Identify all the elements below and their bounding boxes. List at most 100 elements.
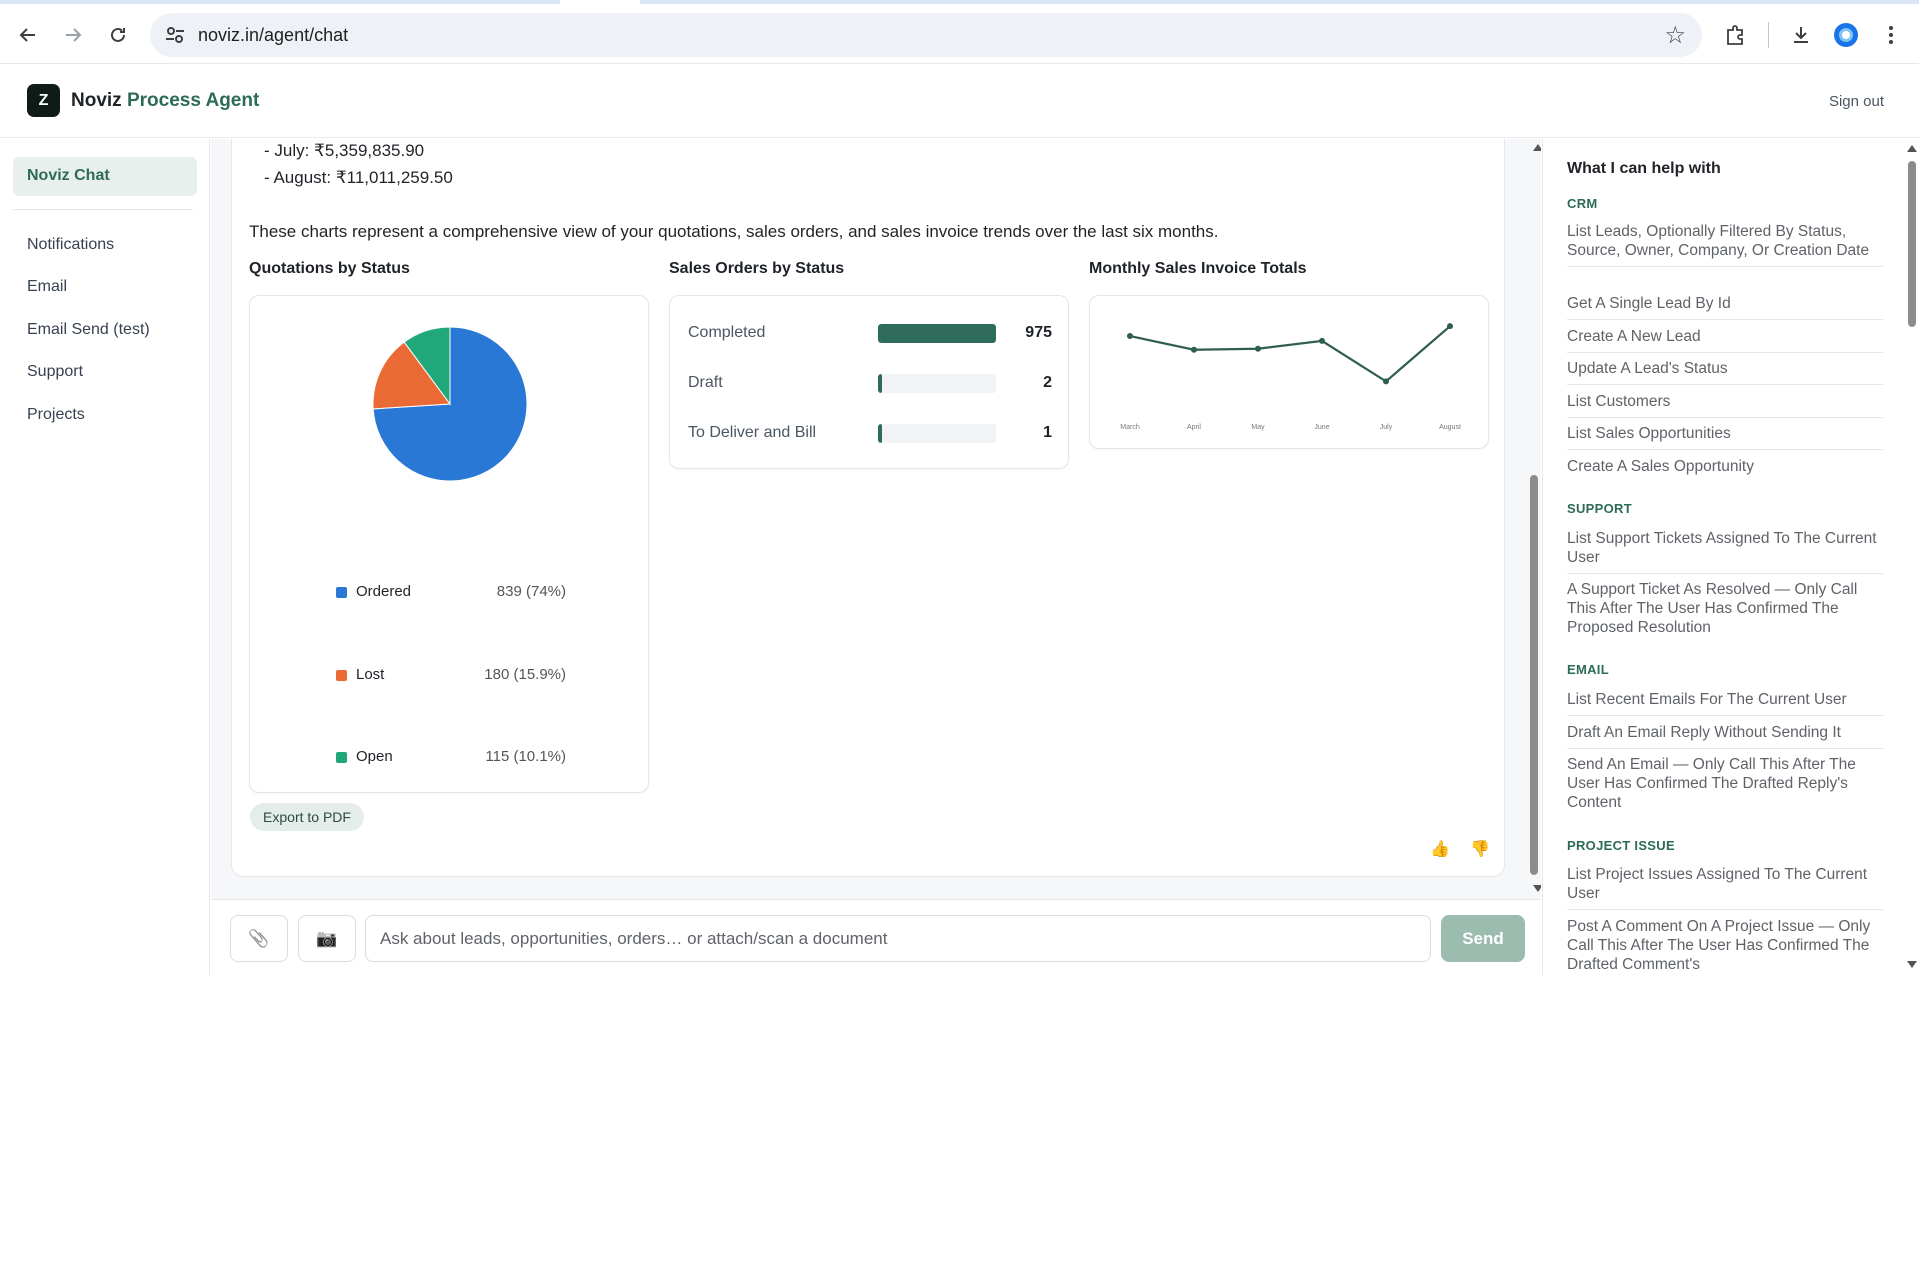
chat-input[interactable] <box>365 915 1431 962</box>
help-panel: What I can help with CRM List Leads, Opt… <box>1542 139 1919 975</box>
paperclip-icon: 📎 <box>248 928 270 948</box>
reload-icon[interactable] <box>101 18 135 52</box>
composer: 📎 📷 Send <box>211 899 1541 975</box>
bookmark-star-icon[interactable]: ☆ <box>1664 21 1686 50</box>
sidebar-divider <box>13 209 193 210</box>
x-tick-label: May <box>1251 424 1265 431</box>
back-icon[interactable] <box>11 18 45 52</box>
sidebar-item-label: Noviz Chat <box>27 167 110 184</box>
bar-label: Completed <box>688 324 766 341</box>
legend-value: 180 (15.9%) <box>484 666 566 683</box>
camera-button[interactable]: 📷 <box>298 915 356 962</box>
legend-label: Open <box>356 748 393 765</box>
help-section-support: SUPPORT <box>1567 501 1632 516</box>
pie-chart-title: Quotations by Status <box>249 260 410 277</box>
bar-label: To Deliver and Bill <box>688 424 817 441</box>
sign-out-link[interactable]: Sign out <box>1829 93 1884 110</box>
help-item[interactable]: Get A Single Lead By Id <box>1567 294 1883 320</box>
pie-chart <box>372 326 528 482</box>
send-button[interactable]: Send <box>1441 915 1525 962</box>
line-series <box>1129 325 1451 383</box>
download-icon[interactable] <box>1784 18 1818 52</box>
bar-fill <box>878 424 882 443</box>
sidebar-item-email-send-test[interactable]: Email Send (test) <box>27 321 150 339</box>
forward-icon[interactable] <box>56 18 90 52</box>
message-line: - July: ₹5,359,835.90 <box>264 141 425 160</box>
help-item[interactable]: Create A New Lead <box>1567 327 1883 353</box>
help-item[interactable]: List Customers <box>1567 392 1883 418</box>
legend-value: 115 (10.1%) <box>485 748 566 765</box>
line-point-march <box>1127 333 1133 340</box>
help-item[interactable]: List Support Tickets Assigned To The Cur… <box>1567 529 1883 574</box>
help-scrollbar-thumb[interactable] <box>1908 161 1916 327</box>
x-tick-label: March <box>1120 424 1140 431</box>
brand-title: Noviz Process Agent <box>71 90 259 112</box>
help-item[interactable]: List Project Issues Assigned To The Curr… <box>1567 865 1883 910</box>
bar-label: Draft <box>688 374 723 391</box>
url-text[interactable]: noviz.in/agent/chat <box>198 25 348 46</box>
thumbs-down-icon[interactable]: 👎 <box>1470 839 1490 859</box>
line-chart: March April May June July August <box>1120 323 1461 431</box>
sidebar-item-support[interactable]: Support <box>27 363 83 381</box>
help-item[interactable]: List Sales Opportunities <box>1567 424 1883 450</box>
sidebar-item-noviz-chat[interactable]: Noviz Chat <box>13 157 197 196</box>
extensions-icon[interactable] <box>1718 18 1752 52</box>
help-item[interactable]: Post A Comment On A Project Issue — Only… <box>1567 917 1883 975</box>
legend-swatch <box>336 752 347 763</box>
brand-name: Noviz <box>71 90 122 111</box>
tab-strip <box>0 0 1919 4</box>
help-section-email: EMAIL <box>1567 662 1609 677</box>
help-item[interactable]: List Recent Emails For The Current User <box>1567 690 1883 716</box>
profile-avatar-icon[interactable] <box>1829 18 1863 52</box>
line-point-august <box>1447 323 1453 330</box>
sidebar: Noviz Chat Notifications Email Email Sen… <box>0 139 210 975</box>
help-section-crm: CRM <box>1567 196 1598 211</box>
x-tick-label: July <box>1380 424 1393 431</box>
more-menu-icon[interactable] <box>1874 18 1908 52</box>
line-point-june <box>1319 337 1325 344</box>
site-info-icon[interactable] <box>164 24 186 46</box>
bar-chart-title: Sales Orders by Status <box>669 260 845 277</box>
sidebar-item-notifications[interactable]: Notifications <box>27 236 114 254</box>
bar-row-to-deliver-and-bill: To Deliver and Bill 1 <box>688 422 1052 444</box>
camera-icon: 📷 <box>316 928 338 948</box>
help-section-project-issue: PROJECT ISSUE <box>1567 838 1675 853</box>
x-tick-label: June <box>1314 424 1329 431</box>
bar-chart-panel: Completed 975 Draft 2 To Deliver and Bil… <box>669 295 1069 469</box>
app-logo: Z <box>27 84 60 117</box>
help-item[interactable]: Send An Email — Only Call This After The… <box>1567 755 1883 818</box>
help-item[interactable]: Update A Lead's Status <box>1567 359 1883 385</box>
address-bar[interactable]: noviz.in/agent/chat ☆ <box>150 13 1702 57</box>
message-summary: These charts represent a comprehensive v… <box>249 222 1219 241</box>
x-tick-label: April <box>1187 424 1201 431</box>
legend-label: Lost <box>356 666 385 683</box>
legend-label: Ordered <box>356 583 412 600</box>
message-line: - August: ₹11,011,259.50 <box>264 168 453 187</box>
chat-scrollbar-thumb[interactable] <box>1530 475 1538 875</box>
legend-swatch <box>336 587 347 598</box>
help-item[interactable]: List Leads, Optionally Filtered By Statu… <box>1567 222 1883 267</box>
attach-button[interactable]: 📎 <box>230 915 288 962</box>
pie-chart-panel: Ordered 839 (74%) Lost 180 (15.9%) Open … <box>249 295 649 793</box>
legend-swatch <box>336 670 347 681</box>
help-item[interactable]: A Support Ticket As Resolved — Only Call… <box>1567 580 1883 643</box>
help-item[interactable]: Create A Sales Opportunity <box>1567 457 1883 482</box>
export-pdf-button[interactable]: Export to PDF <box>250 803 364 831</box>
bar-fill <box>878 324 996 343</box>
line-point-may <box>1255 345 1261 352</box>
chat-area: - July: ₹5,359,835.90 - August: ₹11,011,… <box>211 139 1541 899</box>
bar-fill <box>878 374 882 393</box>
line-chart-panel: March April May June July August <box>1089 295 1489 449</box>
toolbar-divider <box>1768 22 1769 48</box>
sidebar-item-email[interactable]: Email <box>27 278 67 296</box>
bar-track <box>878 374 996 393</box>
line-point-april <box>1191 346 1197 353</box>
browser-toolbar: noviz.in/agent/chat ☆ <box>0 0 1919 64</box>
thumbs-up-icon[interactable]: 👍 <box>1430 839 1450 859</box>
bar-track <box>878 324 996 343</box>
bar-row-completed: Completed 975 <box>688 322 1052 344</box>
brand-accent: Process Agent <box>126 90 260 111</box>
line-point-july <box>1383 378 1389 385</box>
sidebar-item-projects[interactable]: Projects <box>27 406 85 424</box>
help-item[interactable]: Draft An Email Reply Without Sending It <box>1567 723 1883 749</box>
